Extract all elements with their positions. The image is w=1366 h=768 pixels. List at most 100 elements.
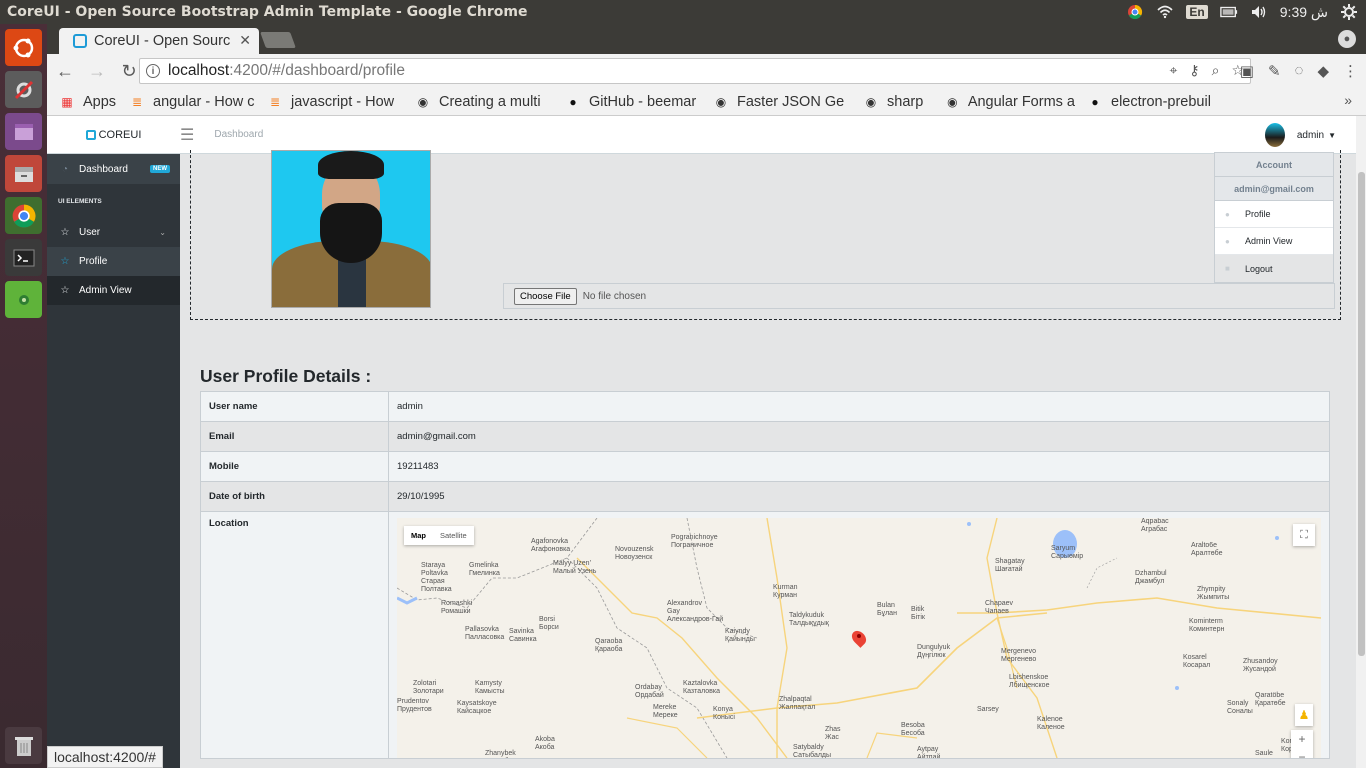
sidebar-item-label: User (79, 227, 101, 238)
map-place-label: Shagatay Шағатай (995, 558, 1025, 573)
bookmark-item[interactable]: ● GitHub - beemar (565, 94, 701, 110)
url-path: :4200/#/dashboard/profile (229, 62, 405, 79)
chrome-launcher-icon[interactable] (5, 197, 42, 234)
map-place-label: Savinka Савинка (509, 628, 537, 643)
sidebar-item-label: Dashboard (79, 163, 128, 175)
back-arrow-icon[interactable]: ← (51, 57, 79, 85)
terminal-icon[interactable] (5, 239, 42, 276)
sidebar-item-admin-view[interactable]: ☆ Admin View (47, 276, 180, 305)
chrome-tray-icon[interactable] (1126, 4, 1144, 20)
map-place-label: Gmelinka Гмелинка (469, 562, 500, 577)
map-place-label: Kaztalovka Казталовка (683, 680, 721, 695)
location-icon[interactable]: ⌖ (1169, 62, 1177, 79)
chrome-profile-icon[interactable]: ● (1338, 30, 1356, 48)
bookmarks-overflow-icon[interactable]: » (1344, 92, 1352, 108)
user-menu[interactable]: admin ▼ (1264, 123, 1336, 147)
files-icon[interactable] (5, 155, 42, 192)
dropdown-email: admin@gmail.com (1215, 177, 1333, 201)
map-place-label: Taldykuduk Талдықұдық (789, 612, 829, 627)
workspace-switcher-icon[interactable] (5, 113, 42, 150)
clock[interactable]: 9:39 ﺵ (1280, 4, 1328, 21)
eyedropper-icon[interactable]: ✎ (1268, 62, 1281, 80)
sidebar-item-user[interactable]: ☆ User ⌄ (47, 218, 180, 247)
street-view-pegman-icon[interactable]: ♟ (1295, 704, 1313, 726)
map-place-label: Staraya Poltavka Старая Полтавка (421, 562, 452, 593)
trash-icon[interactable] (5, 727, 42, 764)
user-icon: ● (1225, 236, 1230, 246)
table-row: User name admin (200, 391, 1330, 422)
bookmark-item[interactable]: ◉ Angular Forms a (945, 94, 1075, 110)
map-type-map-button[interactable]: Map (404, 526, 433, 545)
keyboard-language-indicator[interactable]: En (1186, 5, 1208, 19)
bookmark-item[interactable]: ◉ Creating a multi (415, 94, 553, 110)
dropdown-item-admin-view[interactable]: ● Admin View (1215, 228, 1333, 255)
sidebar-section-title: UI ELEMENTS (58, 197, 102, 205)
map-place-label: Saryum Сарыөмір (1051, 545, 1084, 560)
bookmark-item[interactable]: ● electron-prebuil (1087, 94, 1217, 110)
dropdown-item-profile[interactable]: ● Profile (1215, 201, 1333, 228)
bookmark-item[interactable]: ≣ javascript - How (267, 94, 403, 110)
row-value: 29/10/1995 (388, 481, 1330, 512)
volume-icon[interactable] (1250, 4, 1268, 20)
cast-icon[interactable]: ▣ (1240, 62, 1254, 80)
zoom-in-icon[interactable]: + (1291, 730, 1313, 748)
map-place-label: Borsi Борси (539, 616, 559, 631)
table-row: Mobile 19211483 (200, 451, 1330, 482)
forward-arrow-icon[interactable]: → (83, 57, 111, 85)
brand-name: COREUI (98, 128, 142, 141)
location-map[interactable]: Staraya Poltavka Старая Полтавка Gmelinka… (397, 518, 1321, 758)
extension-fruit-icon[interactable]: ◆ (1317, 62, 1329, 80)
map-place-label: Chapaev Чапаев (985, 600, 1014, 615)
sidebar-submenu: ☆ Profile ☆ Admin View (47, 247, 180, 305)
brand-logo[interactable]: COREUI (47, 129, 180, 141)
map-place-label: Dzhambul Джамбул (1135, 570, 1167, 585)
tab-close-icon[interactable]: ✕ (239, 32, 251, 49)
avatar[interactable] (1264, 123, 1285, 147)
bookmark-item[interactable]: ◉ sharp (863, 94, 933, 110)
sidebar-item-dashboard[interactable]: ◔ Dashboard NEW (47, 154, 180, 184)
key-icon[interactable]: ⚷ (1189, 62, 1199, 79)
scrollbar-thumb[interactable] (1358, 172, 1365, 656)
app-header: COREUI ☰ Dashboard admin ▼ (47, 116, 1356, 154)
omnibox-icons: ⌖ ⚷ ⌕ ☆ (1169, 62, 1244, 79)
map-place-label: Aytpay Айтпай (917, 746, 941, 758)
map-type-satellite-button[interactable]: Satellite (433, 526, 474, 545)
app-launcher (0, 24, 47, 768)
breadcrumb[interactable]: Dashboard (214, 129, 263, 140)
choose-file-button[interactable]: Choose File (514, 287, 577, 305)
extension-circle-icon[interactable]: ◌ (1295, 62, 1304, 80)
battery-icon[interactable] (1219, 4, 1238, 20)
star-icon: ☆ (60, 256, 70, 267)
new-tab-button[interactable] (260, 32, 296, 48)
system-settings-icon[interactable] (5, 71, 42, 108)
dropdown-item-logout[interactable]: ■ Logout (1215, 255, 1333, 282)
bookmark-item[interactable]: ≣ angular - How c (129, 94, 255, 110)
site-info-icon[interactable]: i (146, 64, 160, 78)
map-place-label: Kamysty Камысты (475, 680, 505, 695)
chrome-menu-icon[interactable]: ⋮ (1343, 62, 1358, 80)
zoom-out-icon[interactable]: − (1291, 748, 1313, 758)
bookmark-item[interactable]: ▦ Apps (59, 94, 117, 110)
bookmark-item[interactable]: ◉ Faster JSON Ge (713, 94, 851, 110)
bookmark-label: angular - How c (153, 93, 255, 110)
map-place-label: Agafonovka Агафоновка (531, 538, 571, 553)
fullscreen-icon[interactable]: ⛶ (1293, 524, 1315, 546)
apps-grid-icon: ▦ (61, 94, 73, 109)
map-place-label: Konya Конысі (713, 706, 735, 721)
wifi-icon[interactable] (1156, 4, 1174, 20)
address-bar[interactable]: i localhost:4200/#/dashboard/profile ⌖ ⚷… (139, 58, 1251, 84)
sidebar-item-profile[interactable]: ☆ Profile (47, 247, 180, 276)
map-place-label: Kaiyndy Қайынды (725, 628, 755, 643)
settings-gear-icon[interactable] (1340, 4, 1358, 20)
map-place-label: Pallasovka Палласовка (465, 626, 505, 641)
page-scrollbar[interactable] (1356, 116, 1366, 768)
sidebar-toggle-icon[interactable]: ☰ (180, 125, 194, 145)
app-icon[interactable] (5, 281, 42, 318)
star-icon: ☆ (60, 227, 70, 238)
ubuntu-dash-icon[interactable] (5, 29, 42, 66)
map-place-label: Alexandrov Gay Александров-Гай (667, 600, 724, 623)
map-place-label: Sarsey (977, 706, 999, 713)
map-place-label: Romashki Ромашки (441, 600, 473, 615)
zoom-icon[interactable]: ⌕ (1212, 62, 1220, 79)
browser-tab-active[interactable]: CoreUI - Open Sourc ✕ (59, 28, 259, 54)
